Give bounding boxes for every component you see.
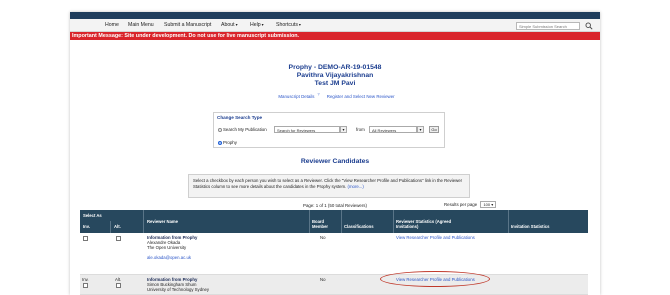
results-per-page-label: Results per page bbox=[444, 202, 478, 207]
prophy-label: Prophy bbox=[223, 140, 237, 145]
from-reviewers-select[interactable]: All Reviewers bbox=[369, 126, 417, 133]
table-row: Inv. Alt. Information from Prophy Simon … bbox=[80, 275, 588, 295]
nav-shortcuts[interactable]: Shortcuts▾ bbox=[276, 22, 301, 28]
header-classifications: Classifications bbox=[344, 224, 374, 229]
board-member-value: No bbox=[320, 277, 326, 282]
chevron-down-icon: ▾ bbox=[261, 22, 264, 27]
search-publication-option[interactable]: Search My Publication bbox=[218, 127, 267, 132]
simple-submission-search-input[interactable]: Simple Submission Search bbox=[516, 22, 580, 30]
nav-about[interactable]: About▾ bbox=[221, 22, 238, 28]
table-header: Select As Inv. Alt. Reviewer Name Board … bbox=[80, 210, 588, 233]
search-publication-label: Search My Publication bbox=[223, 127, 267, 132]
nav-about-label: About bbox=[221, 22, 235, 28]
nav-shortcuts-label: Shortcuts bbox=[276, 22, 298, 28]
header-reviewer-name: Reviewer Name bbox=[147, 219, 178, 224]
board-member-value: No bbox=[320, 235, 326, 240]
reviewer-email-link[interactable]: ale.okada@open.ac.uk bbox=[147, 255, 191, 260]
manuscript-details-label: Manuscript Details bbox=[278, 94, 315, 100]
from-label: from bbox=[356, 127, 365, 132]
header-board-member: Board Member bbox=[312, 219, 329, 229]
column-divider bbox=[341, 210, 342, 233]
reviewer-candidates-title: Reviewer Candidates bbox=[300, 158, 370, 165]
page-indicator: Page: 1 of 1 (50 total Reviewers) bbox=[303, 203, 367, 208]
column-divider bbox=[309, 210, 310, 233]
instructions-text: Select a checkbox by each person you wis… bbox=[193, 178, 463, 189]
header-inv: Inv. bbox=[83, 224, 90, 229]
table-row: Information from Prophy Alexandre Okada … bbox=[80, 233, 588, 275]
alternate-checkbox[interactable] bbox=[116, 283, 121, 288]
nav-submit-manuscript[interactable]: Submit a Manuscript bbox=[164, 22, 211, 28]
help-icon: ? bbox=[317, 93, 320, 97]
navigation-bar: Home Main Menu Submit a Manuscript About… bbox=[70, 19, 600, 32]
inv-label: Inv. bbox=[82, 277, 89, 282]
alt-label: Alt. bbox=[115, 277, 122, 282]
reviewer-affiliation: University of Technology Sydney bbox=[147, 287, 210, 292]
results-per-page: Results per page 100 ▾ bbox=[444, 201, 497, 208]
manuscript-id-title: Prophy - DEMO-AR-19-01548 bbox=[288, 64, 382, 71]
author-name: Pavithra Vijayakrishnan bbox=[296, 72, 374, 79]
more-link[interactable]: (more...) bbox=[348, 184, 364, 189]
go-button[interactable]: Go bbox=[429, 126, 439, 133]
chevron-down-icon: ▾ bbox=[298, 22, 301, 27]
header-reviewer-statistics: Reviewer Statistics (Agreed Invitations) bbox=[396, 219, 452, 229]
nav-help[interactable]: Help▾ bbox=[250, 22, 264, 28]
reviewer-affiliation: The Open University bbox=[147, 245, 187, 250]
view-profile-link[interactable]: View Researcher Profile and Publications bbox=[396, 235, 475, 240]
header-invitation-statistics: Invitation Statistics bbox=[511, 224, 550, 229]
chevron-down-icon[interactable]: ▾ bbox=[340, 126, 347, 133]
browser-page: Home Main Menu Submit a Manuscript About… bbox=[70, 12, 600, 295]
column-divider bbox=[508, 210, 509, 233]
search-panel-title: Change Search Type bbox=[217, 115, 263, 120]
chevron-down-icon[interactable]: ▾ bbox=[417, 126, 424, 133]
header-select-as: Select As bbox=[83, 213, 102, 218]
header-alt: Alt. bbox=[114, 224, 121, 229]
nav-help-label: Help bbox=[250, 22, 261, 28]
register-new-reviewer-link[interactable]: Register and Select New Reviewer bbox=[327, 94, 395, 99]
highlight-annotation bbox=[380, 271, 490, 287]
column-divider bbox=[110, 221, 111, 233]
manuscript-details-link[interactable]: Manuscript Details? bbox=[275, 93, 320, 100]
manuscript-title: Test JM Pavi bbox=[314, 80, 356, 87]
top-header-bar bbox=[70, 12, 600, 19]
prophy-option[interactable]: Prophy bbox=[218, 140, 237, 145]
results-per-page-select[interactable]: 100 ▾ bbox=[480, 201, 497, 208]
nav-main-menu[interactable]: Main Menu bbox=[128, 22, 154, 28]
nav-home[interactable]: Home bbox=[105, 22, 119, 28]
column-divider bbox=[393, 210, 394, 233]
chevron-down-icon: ▾ bbox=[235, 22, 238, 27]
search-for-reviewers-select[interactable]: Search for Reviewers bbox=[274, 126, 340, 133]
column-divider bbox=[143, 210, 144, 233]
search-icon[interactable] bbox=[585, 22, 593, 30]
prophy-radio[interactable] bbox=[218, 140, 222, 145]
instructions-box: Select a checkbox by each person you wis… bbox=[188, 174, 470, 198]
publication-radio[interactable] bbox=[218, 127, 222, 132]
invite-checkbox[interactable] bbox=[83, 236, 88, 241]
important-message-banner: Important Message: Site under developmen… bbox=[70, 32, 600, 40]
alternate-checkbox[interactable] bbox=[116, 236, 121, 241]
change-search-type-panel: Change Search Type Search My Publication… bbox=[213, 112, 445, 148]
invite-checkbox[interactable] bbox=[83, 283, 88, 288]
header-links: Manuscript Details? Register and Select … bbox=[70, 93, 600, 99]
results-per-page-value: 100 bbox=[483, 202, 491, 207]
